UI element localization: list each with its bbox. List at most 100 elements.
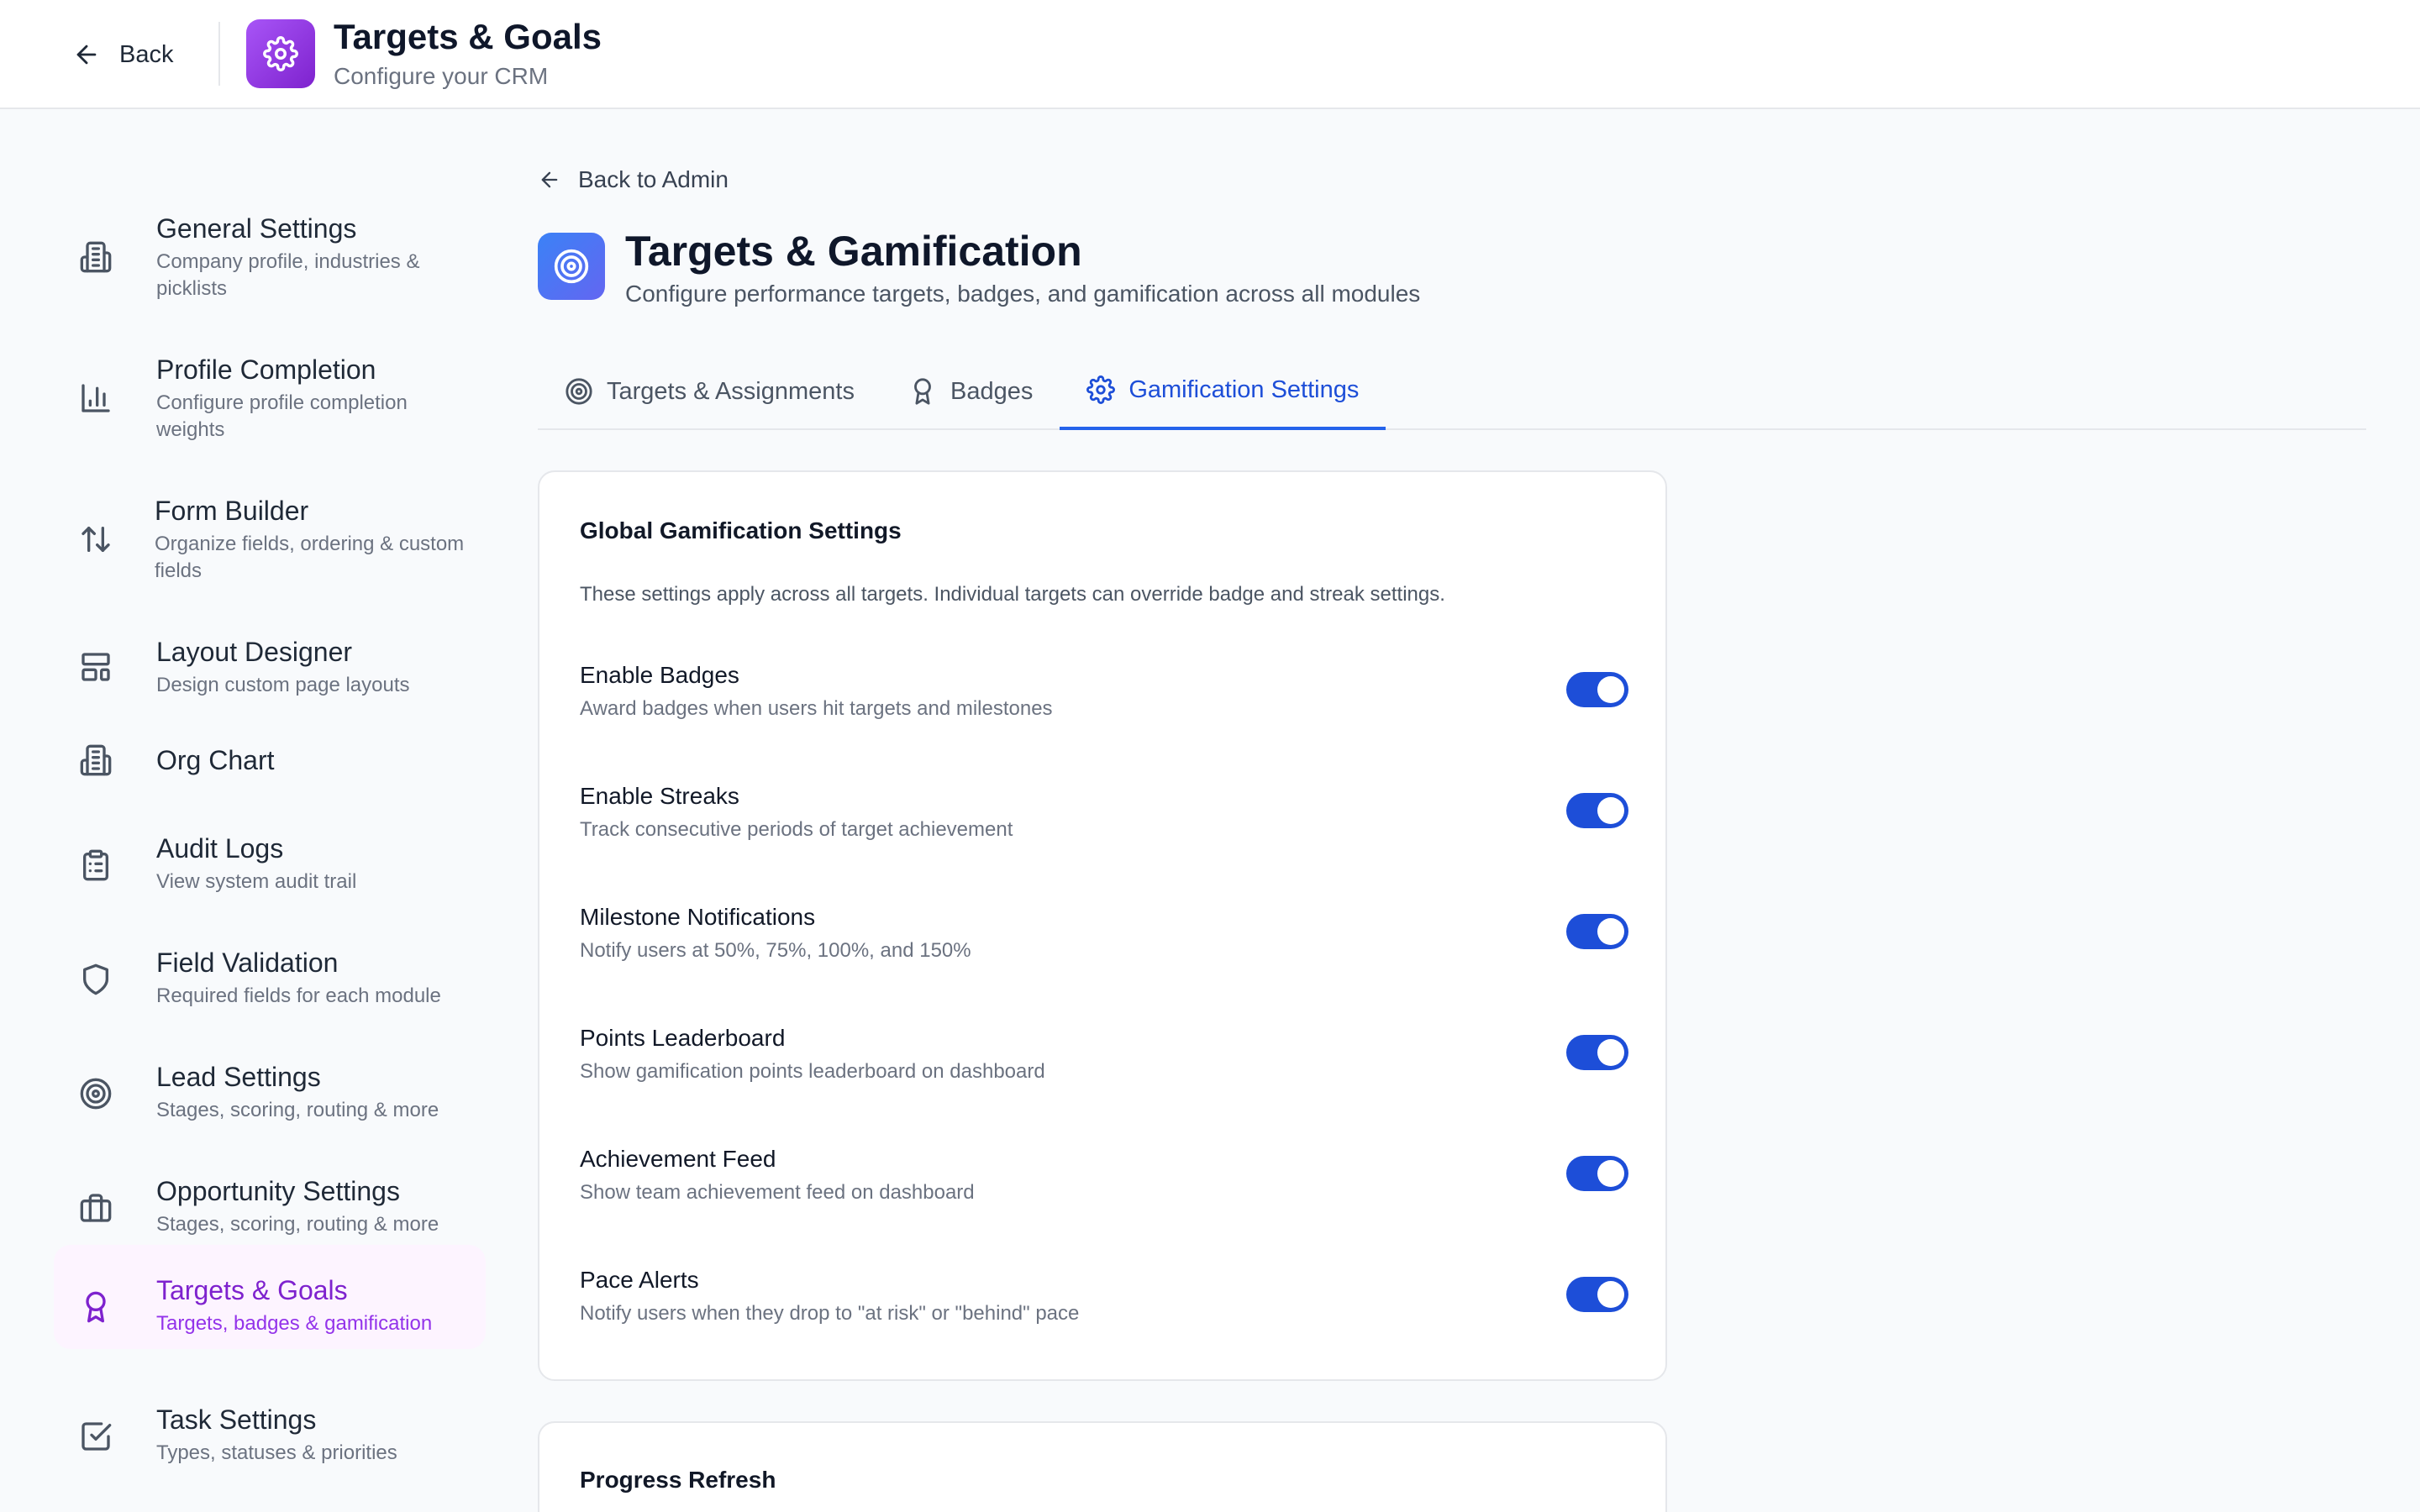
tab-targets-assignments[interactable]: Targets & Assignments: [538, 353, 881, 430]
award-icon: [79, 1290, 113, 1324]
sidebar-item-label: Audit Logs: [156, 833, 284, 864]
card-title: Progress Refresh: [580, 1467, 776, 1493]
sidebar-item-label: Lead Settings: [156, 1062, 321, 1092]
sidebar-item-label: Org Chart: [156, 745, 275, 775]
target-icon: [565, 377, 593, 406]
toggle-knob: [1597, 797, 1624, 824]
sidebar-item-label: Task Settings: [156, 1404, 317, 1435]
achievement-feed-toggle[interactable]: [1566, 1156, 1628, 1191]
setting-description: Award badges when users hit targets and …: [580, 697, 1053, 720]
sidebar-item-description: View system audit trail: [156, 870, 357, 893]
sidebar-item-description: Design custom page layouts: [156, 674, 410, 696]
sidebar-item-layout-designer[interactable]: Layout Designer Design custom page layou…: [54, 610, 486, 707]
setting-points-leaderboard: Points Leaderboard Show gamification poi…: [580, 1025, 1628, 1092]
gear-icon: [1086, 375, 1116, 404]
toggle-knob: [1597, 1160, 1624, 1187]
sidebar-item-description: Company profile, industries & picklists: [156, 250, 420, 300]
sidebar-item-description: Targets, badges & gamification: [156, 1312, 433, 1335]
back-button-label: Back: [119, 40, 174, 68]
sidebar-item-description: Organize fields, ordering & custom field…: [155, 533, 465, 582]
sidebar-item-label: Layout Designer: [156, 637, 353, 667]
arrow-left-icon: [538, 168, 561, 192]
progress-refresh-card: Progress Refresh: [538, 1421, 1667, 1512]
sidebar-item-form-builder[interactable]: Form Builder Organize fields, ordering &…: [54, 469, 486, 595]
sidebar-item-label: Targets & Goals: [156, 1275, 348, 1305]
points-leaderboard-toggle[interactable]: [1566, 1035, 1628, 1070]
toggle-knob: [1597, 676, 1624, 703]
setting-description: Notify users at 50%, 75%, 100%, and 150%: [580, 939, 971, 962]
settings-tabs: Targets & Assignments Badges Gamificatio…: [538, 353, 2366, 430]
arrow-left-icon: [72, 40, 101, 69]
sidebar-item-task-settings[interactable]: Task Settings Types, statuses & prioriti…: [54, 1378, 486, 1475]
sidebar-item-targets-goals[interactable]: Targets & Goals Targets, badges & gamifi…: [54, 1245, 486, 1349]
target-icon: [553, 248, 590, 285]
setting-milestone-notifications: Milestone Notifications Notify users at …: [580, 904, 1628, 971]
sidebar-item-profile-completion[interactable]: Profile Completion Configure profile com…: [54, 328, 486, 454]
sidebar-item-label: Profile Completion: [156, 354, 376, 385]
shield-icon: [79, 963, 113, 996]
back-button[interactable]: Back: [72, 34, 173, 76]
app-title: Targets & Goals: [334, 17, 602, 56]
enable-streaks-toggle[interactable]: [1566, 793, 1628, 828]
setting-description: Track consecutive periods of target achi…: [580, 818, 1013, 841]
sidebar-item-audit-logs[interactable]: Audit Logs View system audit trail: [54, 806, 486, 904]
tab-label: Targets & Assignments: [607, 377, 855, 405]
award-icon: [908, 377, 937, 406]
tab-badges[interactable]: Badges: [881, 353, 1060, 430]
sidebar-item-description: Stages, scoring, routing & more: [156, 1213, 439, 1236]
enable-badges-toggle[interactable]: [1566, 672, 1628, 707]
target-icon: [79, 1077, 113, 1110]
sidebar-item-description: Configure profile completion weights: [156, 391, 408, 441]
sidebar-item-label: Field Validation: [156, 948, 339, 978]
toggle-knob: [1597, 1281, 1624, 1308]
global-gamification-settings-card: Global Gamification Settings These setti…: [538, 470, 1667, 1381]
bar-chart-icon: [79, 381, 113, 415]
sidebar-item-label: General Settings: [156, 213, 357, 244]
check-square-icon: [79, 1420, 113, 1453]
tab-gamification-settings[interactable]: Gamification Settings: [1060, 353, 1386, 430]
setting-label: Pace Alerts: [580, 1267, 699, 1293]
page-icon: [538, 233, 605, 300]
app-logo: [246, 19, 315, 88]
page-title: Targets & Gamification: [625, 228, 1082, 275]
sidebar-item-description: Required fields for each module: [156, 984, 441, 1007]
setting-description: Show gamification points leaderboard on …: [580, 1060, 1045, 1083]
sidebar-item-org-chart[interactable]: Org Chart: [54, 722, 486, 798]
sidebar-item-lead-settings[interactable]: Lead Settings Stages, scoring, routing &…: [54, 1035, 486, 1132]
sidebar-item-description: Stages, scoring, routing & more: [156, 1099, 439, 1121]
sidebar-item-opportunity-settings[interactable]: Opportunity Settings Stages, scoring, ro…: [54, 1149, 486, 1247]
building-icon: [79, 743, 113, 777]
layout-icon: [79, 650, 113, 684]
header-divider: [218, 22, 220, 86]
setting-label: Enable Streaks: [580, 783, 739, 809]
sort-arrows-icon: [79, 522, 113, 556]
card-title: Global Gamification Settings: [580, 517, 902, 543]
setting-enable-streaks: Enable Streaks Track consecutive periods…: [580, 783, 1628, 850]
pace-alerts-toggle[interactable]: [1566, 1277, 1628, 1312]
sidebar-item-general-settings[interactable]: General Settings Company profile, indust…: [54, 186, 486, 312]
setting-label: Achievement Feed: [580, 1146, 776, 1172]
briefcase-icon: [79, 1191, 113, 1225]
tab-label: Badges: [950, 377, 1034, 405]
tab-label: Gamification Settings: [1128, 375, 1360, 403]
milestone-notifications-toggle[interactable]: [1566, 914, 1628, 949]
setting-pace-alerts: Pace Alerts Notify users when they drop …: [580, 1267, 1628, 1334]
setting-achievement-feed: Achievement Feed Show team achievement f…: [580, 1146, 1628, 1213]
setting-description: Notify users when they drop to "at risk"…: [580, 1302, 1080, 1325]
setting-enable-badges: Enable Badges Award badges when users hi…: [580, 662, 1628, 729]
toggle-knob: [1597, 918, 1624, 945]
sidebar-item-label: Form Builder: [155, 496, 309, 526]
toggle-knob: [1597, 1039, 1624, 1066]
setting-label: Enable Badges: [580, 662, 739, 688]
back-to-admin-link[interactable]: Back to Admin: [538, 165, 729, 195]
page-subtitle: Configure performance targets, badges, a…: [625, 281, 1421, 307]
sidebar-item-field-validation[interactable]: Field Validation Required fields for eac…: [54, 921, 486, 1018]
building-icon: [79, 240, 113, 274]
card-description: These settings apply across all targets.…: [580, 583, 1445, 606]
gear-icon: [263, 36, 298, 71]
top-bar: Back Targets & Goals Configure your CRM: [0, 0, 2420, 109]
sidebar-item-description: Types, statuses & priorities: [156, 1441, 397, 1464]
setting-label: Points Leaderboard: [580, 1025, 786, 1051]
clipboard-icon: [79, 848, 113, 882]
setting-description: Show team achievement feed on dashboard: [580, 1181, 975, 1204]
